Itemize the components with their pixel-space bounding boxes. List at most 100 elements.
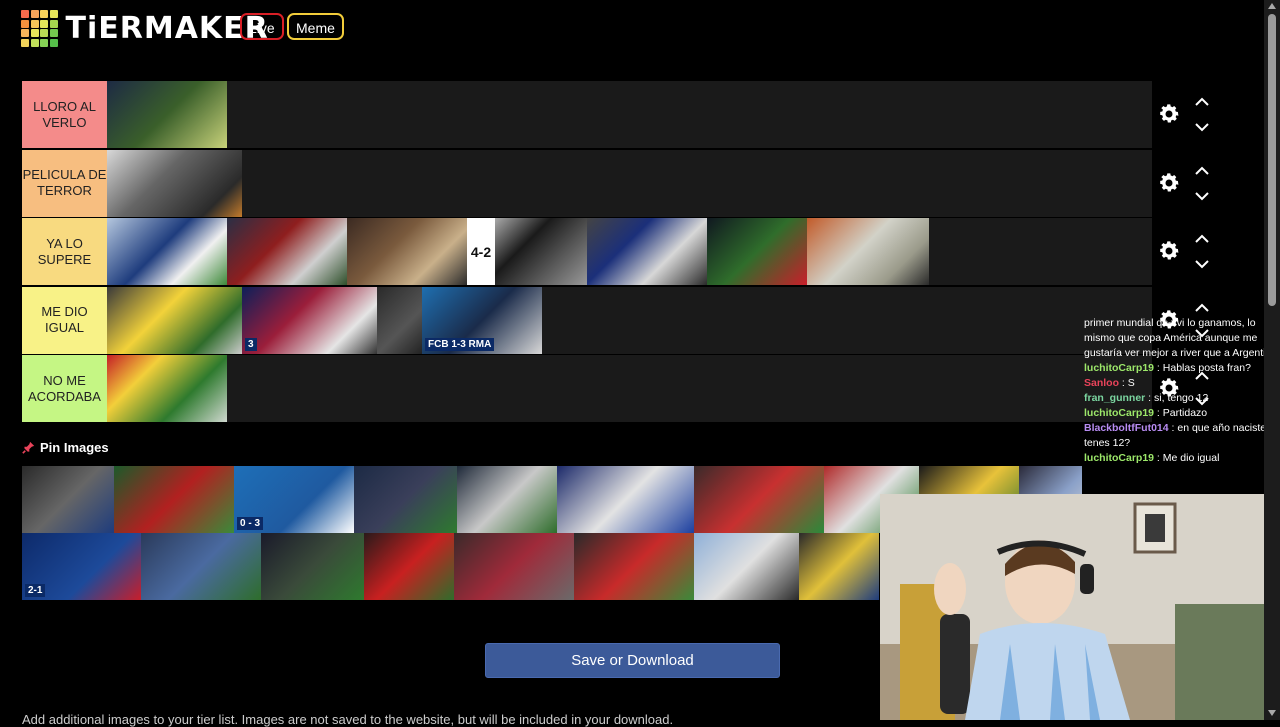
tier-image[interactable] [107,286,242,354]
tier-image[interactable] [354,466,457,533]
tier-image[interactable] [261,533,364,600]
page-scrollbar[interactable] [1264,0,1280,720]
tier-image[interactable] [457,466,557,533]
tier-image[interactable] [107,81,227,148]
tier-image[interactable] [22,466,114,533]
logo-square [21,10,29,18]
tiermaker-logo[interactable]: TiERMAKER [21,10,269,47]
score-overlay: 4-2 [467,218,495,285]
settings-gear-icon[interactable] [1157,171,1181,195]
move-up-chevron-icon[interactable] [1193,232,1211,246]
logo-square [40,29,48,37]
tier-image[interactable]: 2-1 [22,533,141,600]
score-overlay: 3 [245,337,257,351]
tier-controls [1153,150,1233,217]
move-up-chevron-icon[interactable] [1193,369,1211,383]
tier-row: PELICULA DE TERROR [22,149,1152,217]
scroll-down-arrow-icon[interactable] [1268,710,1276,716]
tier-label[interactable]: LLORO AL VERLO [22,81,107,148]
logo-square [21,29,29,37]
tier-row: LLORO AL VERLO [22,81,1152,148]
chat-username: fran_gunner [1084,392,1146,404]
chat-message: BlackboltfFut014 : en que año naciste si… [1082,421,1280,451]
logo-text: TiERMAKER [65,10,269,46]
logo-grid-icon [21,10,58,47]
pin-images-toggle[interactable]: Pin Images [22,440,109,455]
logo-square [49,29,58,37]
tier-controls [1153,287,1233,354]
tier-row: NO ME ACORDABA [22,355,1152,422]
logo-square [21,19,29,28]
tier-image[interactable] [141,533,261,600]
tier-image[interactable]: 4-2 [467,218,587,285]
logo-square [40,19,48,28]
tier-image[interactable] [364,533,454,600]
move-down-chevron-icon[interactable] [1193,394,1211,408]
tier-image[interactable] [807,218,929,285]
tier-image[interactable] [347,218,467,285]
tier-image[interactable]: 3 [242,286,377,354]
live-button[interactable]: Live [240,13,284,40]
settings-gear-icon[interactable] [1157,308,1181,332]
scroll-up-arrow-icon[interactable] [1268,3,1276,9]
move-down-chevron-icon[interactable] [1193,120,1211,134]
tier-image[interactable] [574,533,694,600]
move-up-chevron-icon[interactable] [1193,95,1211,109]
pin-images-label: Pin Images [40,440,109,455]
move-up-chevron-icon[interactable] [1193,164,1211,178]
move-up-chevron-icon[interactable] [1193,301,1211,315]
tier-image[interactable] [454,533,574,600]
chat-username: luchitoCarp19 [1084,407,1155,419]
tier-image[interactable] [587,218,707,285]
logo-square [30,10,39,18]
tier-image[interactable] [227,218,347,285]
webcam-overlay [880,494,1280,720]
logo-square [30,19,39,28]
settings-gear-icon[interactable] [1157,102,1181,126]
logo-square [40,38,48,47]
logo-square [40,10,48,18]
tier-items [107,355,227,422]
chat-message: luchitoCarp19 : Me dio igual [1082,451,1280,466]
move-down-chevron-icon[interactable] [1193,257,1211,271]
score-overlay: 0 - 3 [237,517,264,530]
tier-image[interactable]: 0 - 3 [234,466,354,533]
pin-icon [22,441,35,454]
tier-image[interactable]: FCB 1-3 RMA [422,286,542,354]
chat-separator: : [1154,452,1163,464]
tier-image[interactable] [377,286,422,354]
tier-image[interactable] [107,218,227,285]
tier-items [107,81,227,148]
settings-gear-icon[interactable] [1157,239,1181,263]
chat-text: Me dio igual [1162,452,1220,464]
tier-label[interactable]: PELICULA DE TERROR [22,149,107,217]
tier-image[interactable] [707,218,807,285]
chat-username: Sanloo [1084,377,1120,389]
tier-label[interactable]: ME DIO IGUAL [22,286,107,354]
logo-square [30,38,39,47]
move-down-chevron-icon[interactable] [1193,189,1211,203]
scrollbar-thumb[interactable] [1268,14,1276,306]
chat-username: BlackboltfFut014 [1084,422,1169,434]
site-header: TiERMAKER Live Meme [0,0,1264,60]
tier-image[interactable] [694,533,799,600]
tier-image[interactable] [114,466,234,533]
save-or-download-button[interactable]: Save or Download [485,643,780,678]
tier-controls [1153,355,1233,422]
logo-square [30,29,39,37]
chat-separator: : [1119,377,1128,389]
tier-controls [1153,81,1233,148]
move-down-chevron-icon[interactable] [1193,326,1211,340]
tier-image[interactable] [799,533,879,600]
chat-username: luchitoCarp19 [1084,452,1155,464]
tier-controls [1153,218,1233,285]
settings-gear-icon[interactable] [1157,376,1181,400]
tier-image[interactable] [557,466,694,533]
tier-image[interactable] [694,466,824,533]
tier-label[interactable]: NO ME ACORDABA [22,355,107,422]
tier-image[interactable] [107,149,242,217]
score-overlay: FCB 1-3 RMA [425,337,495,351]
meme-button[interactable]: Meme [287,13,344,40]
tier-image[interactable] [107,355,227,422]
tier-label[interactable]: YA LO SUPERE [22,218,107,285]
